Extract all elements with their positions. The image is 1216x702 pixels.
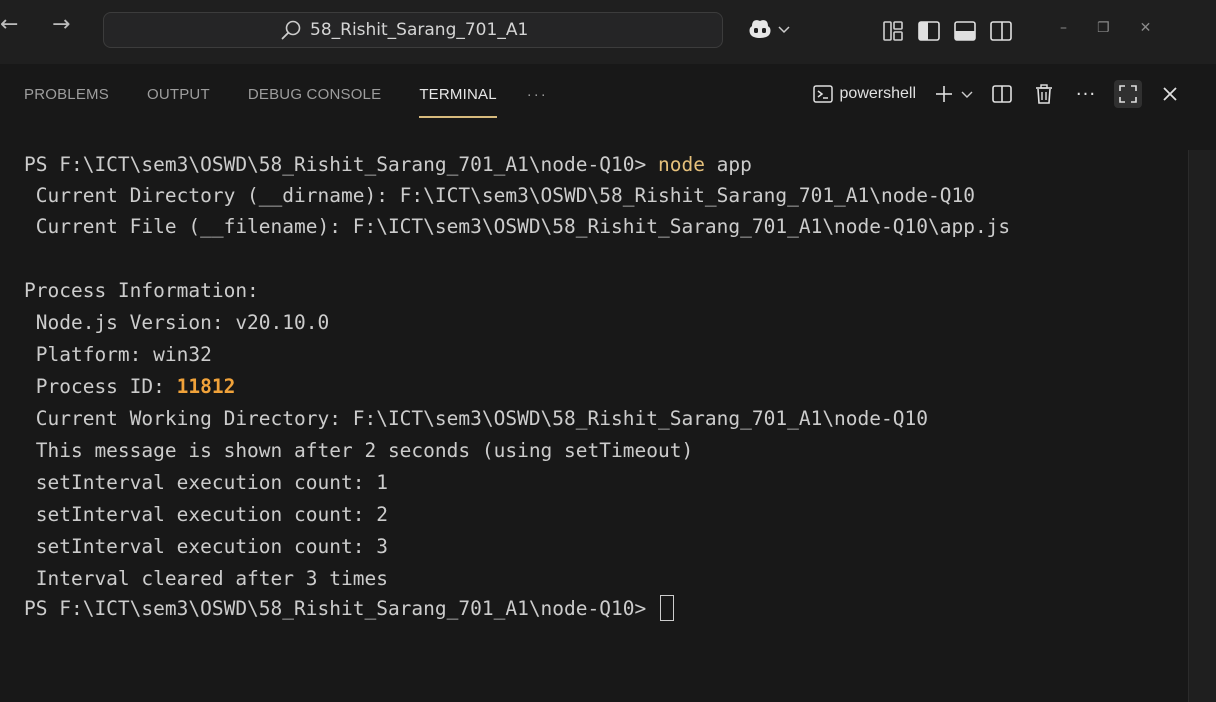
terminal-shell-selector[interactable]: powershell (812, 83, 916, 105)
trash-icon[interactable] (1030, 80, 1058, 108)
new-terminal-dropdown-icon[interactable] (960, 80, 974, 108)
split-terminal-icon[interactable] (988, 80, 1016, 108)
terminal-line: This message is shown after 2 seconds (u… (24, 439, 694, 462)
toggle-panel-icon[interactable] (952, 18, 978, 44)
terminal-line-command: PS F:\ICT\sem3\OSWD\58_Rishit_Sarang_701… (24, 150, 752, 180)
new-terminal-icon[interactable] (930, 80, 958, 108)
forward-arrow-icon[interactable]: → (52, 14, 70, 36)
terminal-line: Current Directory (__dirname): F:\ICT\se… (24, 184, 975, 207)
close-panel-icon[interactable] (1156, 80, 1184, 108)
terminal-icon (812, 85, 833, 103)
terminal-line: setInterval execution count: 3 (24, 535, 388, 558)
terminal-line: Node.js Version: v20.10.0 (24, 311, 330, 334)
more-tabs-icon[interactable]: ··· (527, 86, 548, 116)
panel-tab-bar: PROBLEMS OUTPUT DEBUG CONSOLE TERMINAL ·… (0, 64, 1216, 126)
terminal-line: setInterval execution count: 2 (24, 503, 388, 526)
terminal-output[interactable]: PS F:\ICT\sem3\OSWD\58_Rishit_Sarang_701… (0, 126, 1188, 702)
maximize-panel-icon[interactable] (1114, 80, 1142, 108)
terminal-line: Platform: win32 (24, 343, 212, 366)
terminal-line: Current File (__filename): F:\ICT\sem3\O… (24, 215, 1011, 238)
copilot-button[interactable] (747, 17, 791, 41)
prompt-text: PS F:\ICT\sem3\OSWD\58_Rishit_Sarang_701… (24, 597, 658, 620)
minimize-icon[interactable]: – (1060, 20, 1067, 36)
more-actions-icon[interactable]: ··· (1072, 80, 1100, 108)
prompt-text: PS F:\ICT\sem3\OSWD\58_Rishit_Sarang_701… (24, 153, 658, 176)
terminal-line: Interval cleared after 3 times (24, 567, 388, 590)
command-center-search[interactable]: 58_Rishit_Sarang_701_A1 (103, 12, 723, 48)
terminal-line: Current Working Directory: F:\ICT\sem3\O… (24, 407, 928, 430)
shell-name: powershell (839, 85, 916, 102)
title-bar: ← → 58_Rishit_Sarang_701_A1 – ❐ ✕ (0, 0, 1216, 64)
chevron-down-icon (778, 26, 790, 34)
tab-debug-console[interactable]: DEBUG CONSOLE (248, 86, 381, 116)
customize-layout-icon[interactable] (880, 18, 906, 44)
pid-value: 11812 (176, 375, 236, 398)
search-icon (281, 20, 301, 40)
terminal-line-prompt: PS F:\ICT\sem3\OSWD\58_Rishit_Sarang_701… (24, 594, 674, 624)
toggle-primary-sidebar-icon[interactable] (916, 18, 942, 44)
restore-icon[interactable]: ❐ (1097, 20, 1110, 36)
back-arrow-icon[interactable]: ← (0, 14, 18, 36)
workspace-title: 58_Rishit_Sarang_701_A1 (310, 20, 529, 40)
terminal-line: setInterval execution count: 1 (24, 471, 388, 494)
tab-output[interactable]: OUTPUT (147, 86, 210, 116)
tab-terminal[interactable]: TERMINAL (419, 86, 497, 118)
terminal-scrollbar[interactable] (1188, 150, 1216, 702)
terminal-line: Process Information: (24, 279, 259, 302)
toggle-secondary-sidebar-icon[interactable] (988, 18, 1014, 44)
terminal-line-pid: Process ID: 11812 (24, 372, 236, 402)
close-window-icon[interactable]: ✕ (1140, 20, 1152, 36)
tab-problems[interactable]: PROBLEMS (24, 86, 109, 116)
copilot-icon (749, 20, 771, 38)
command-name: node (657, 153, 705, 176)
pid-label: Process ID: (24, 375, 177, 398)
terminal-cursor (659, 595, 674, 621)
command-arg: app (704, 153, 752, 176)
